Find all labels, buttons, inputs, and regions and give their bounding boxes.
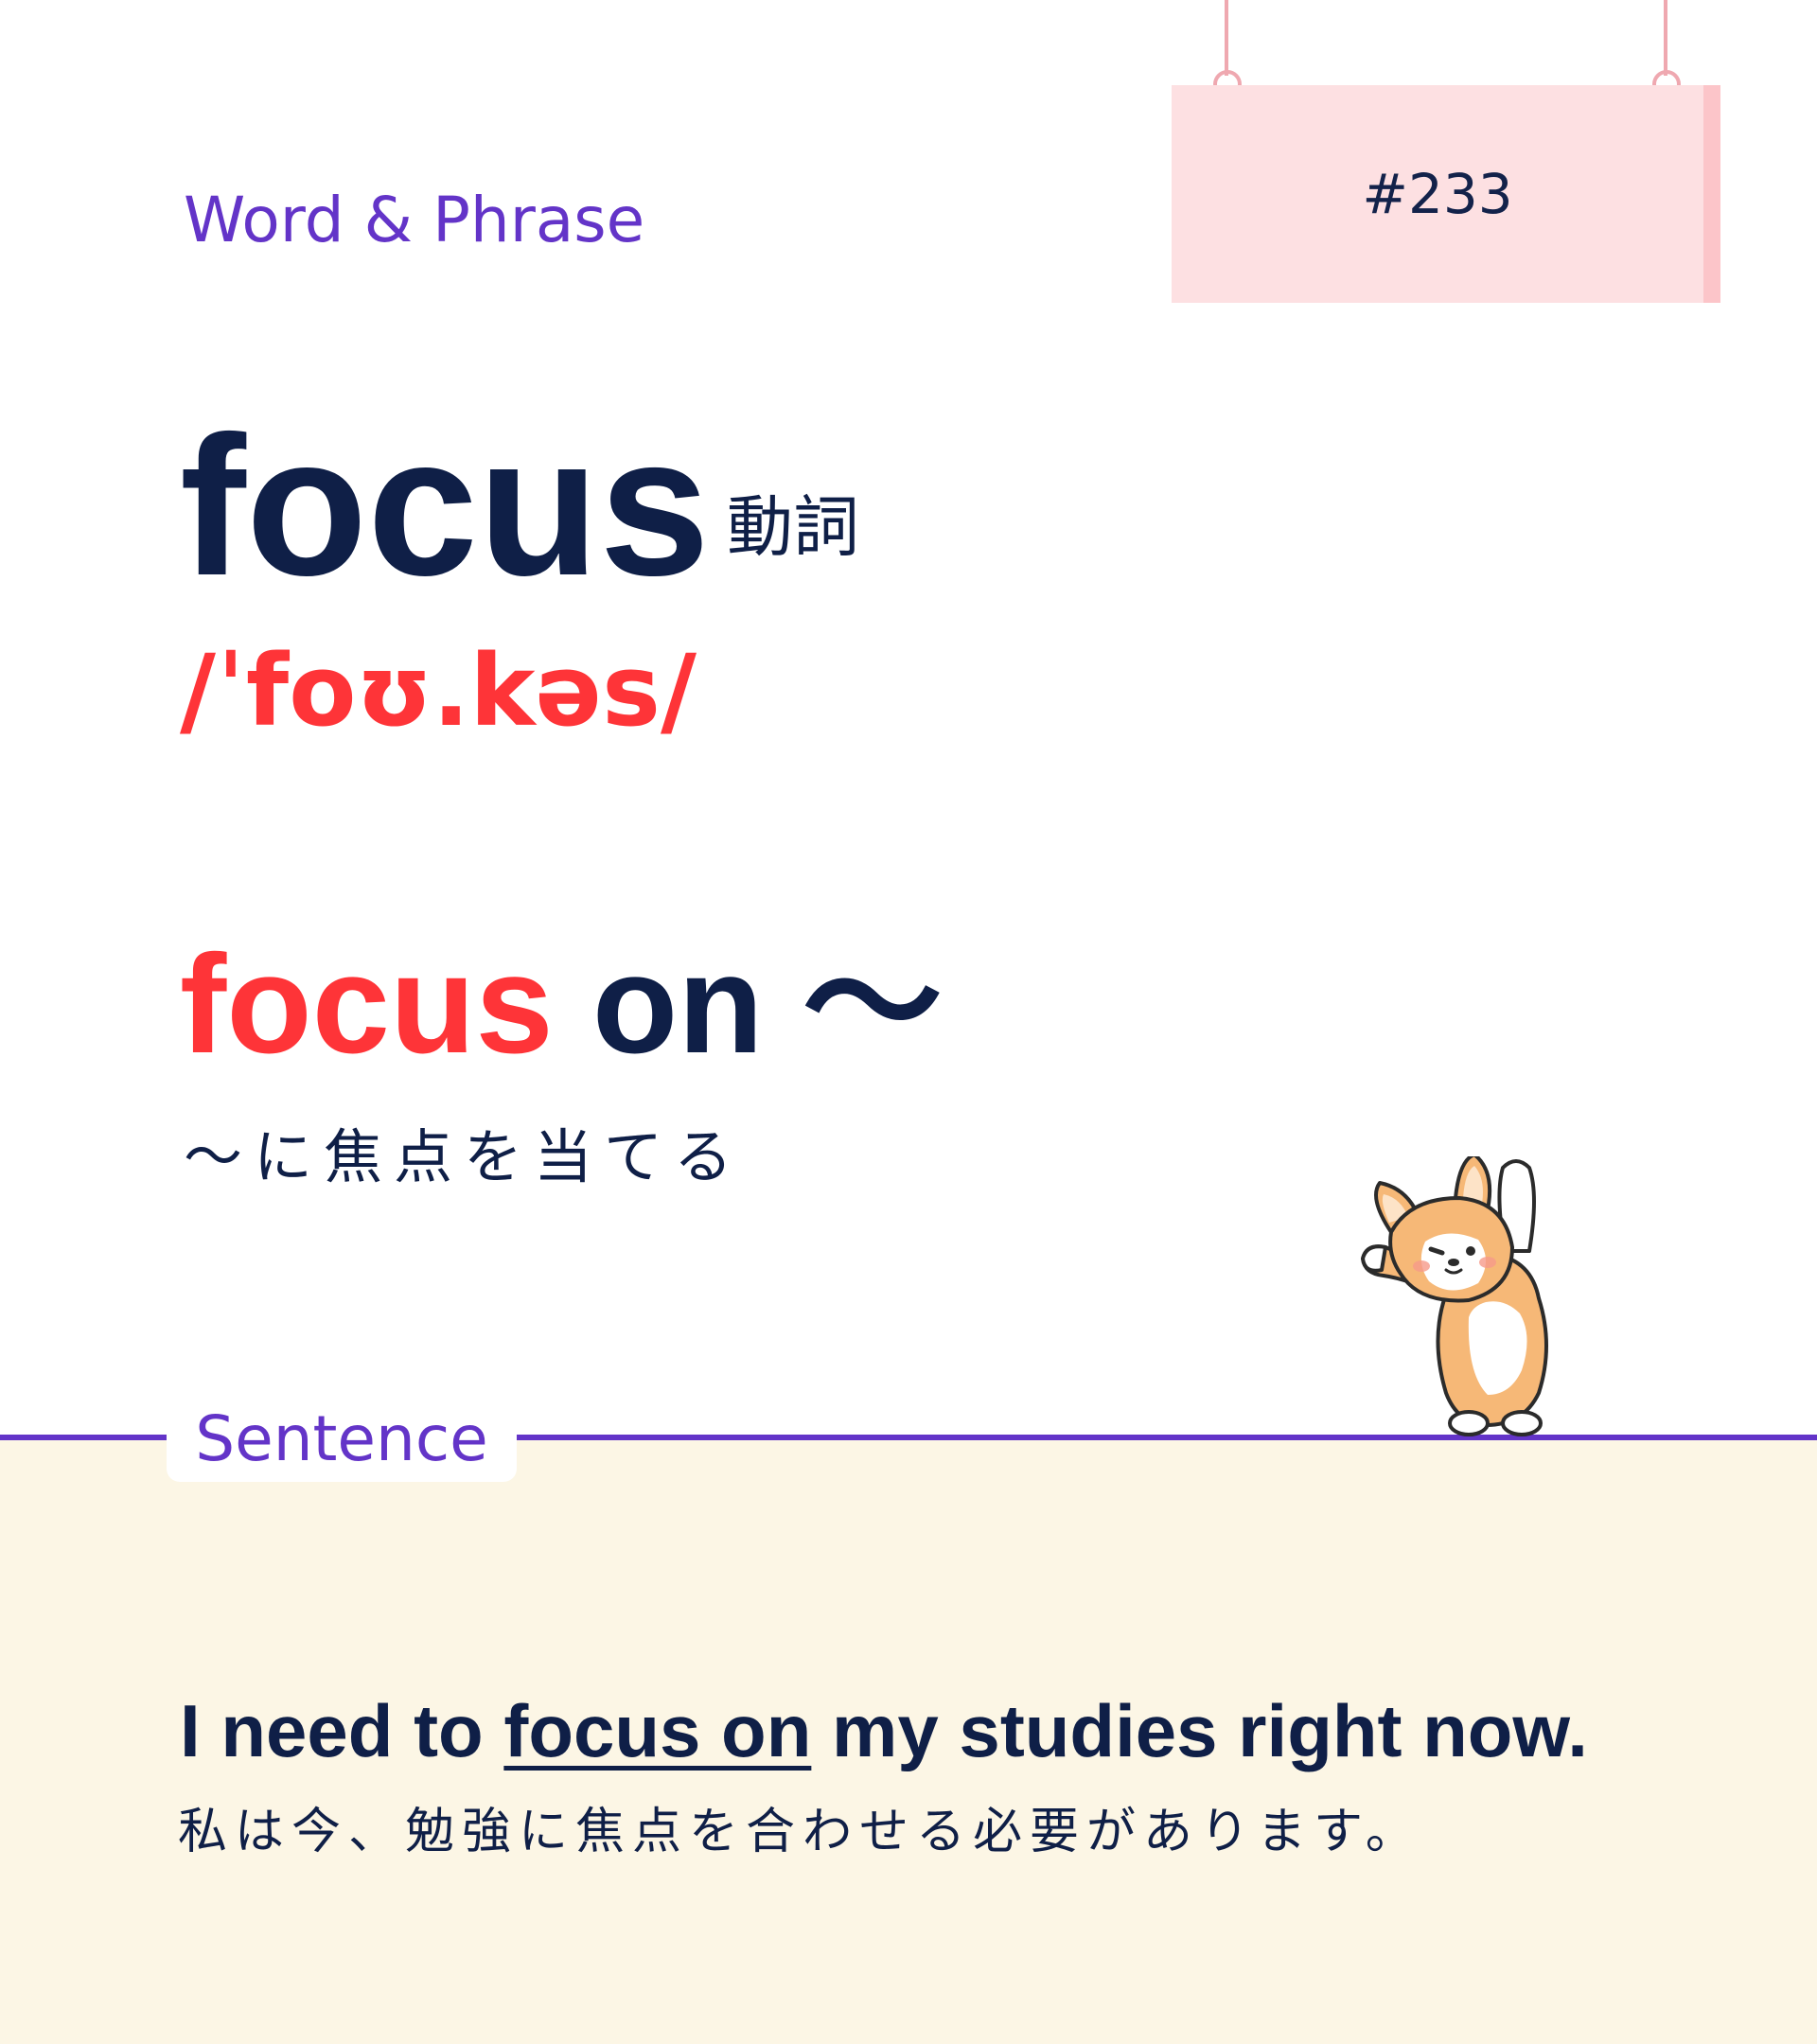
headword: focus — [180, 395, 711, 617]
example-sentence: I need to focus on my studies right now. — [180, 1694, 1588, 1768]
sentence-label: Sentence — [195, 1401, 488, 1475]
sentence-translation: 私は今、勉強に焦点を合わせる必要があります。 — [178, 1804, 1422, 1860]
part-of-speech: 動詞 — [727, 488, 859, 566]
entry-number: #233 — [1362, 162, 1513, 226]
sentence-tab: Sentence — [167, 1395, 517, 1482]
sentence-part-before: I need to — [180, 1689, 504, 1772]
sentence-part-after: my studies right now. — [811, 1689, 1588, 1772]
corgi-mascot-icon — [1361, 1156, 1548, 1436]
sentence-highlight: focus on — [503, 1689, 812, 1772]
phrase-rest: on ～ — [553, 926, 943, 1083]
pronunciation: /ˈfoʊ.kəs/ — [180, 633, 697, 749]
number-sign: #233 — [1172, 85, 1720, 303]
sign-string-left — [1225, 0, 1228, 76]
sign-string-right — [1664, 0, 1667, 76]
sign-edge — [1703, 85, 1720, 303]
phrase: focus on ～ — [180, 935, 943, 1075]
phrase-meaning: ～に焦点を当てる — [184, 1122, 745, 1191]
category-label: Word & Phrase — [184, 184, 645, 256]
phrase-highlight: focus — [180, 926, 554, 1083]
